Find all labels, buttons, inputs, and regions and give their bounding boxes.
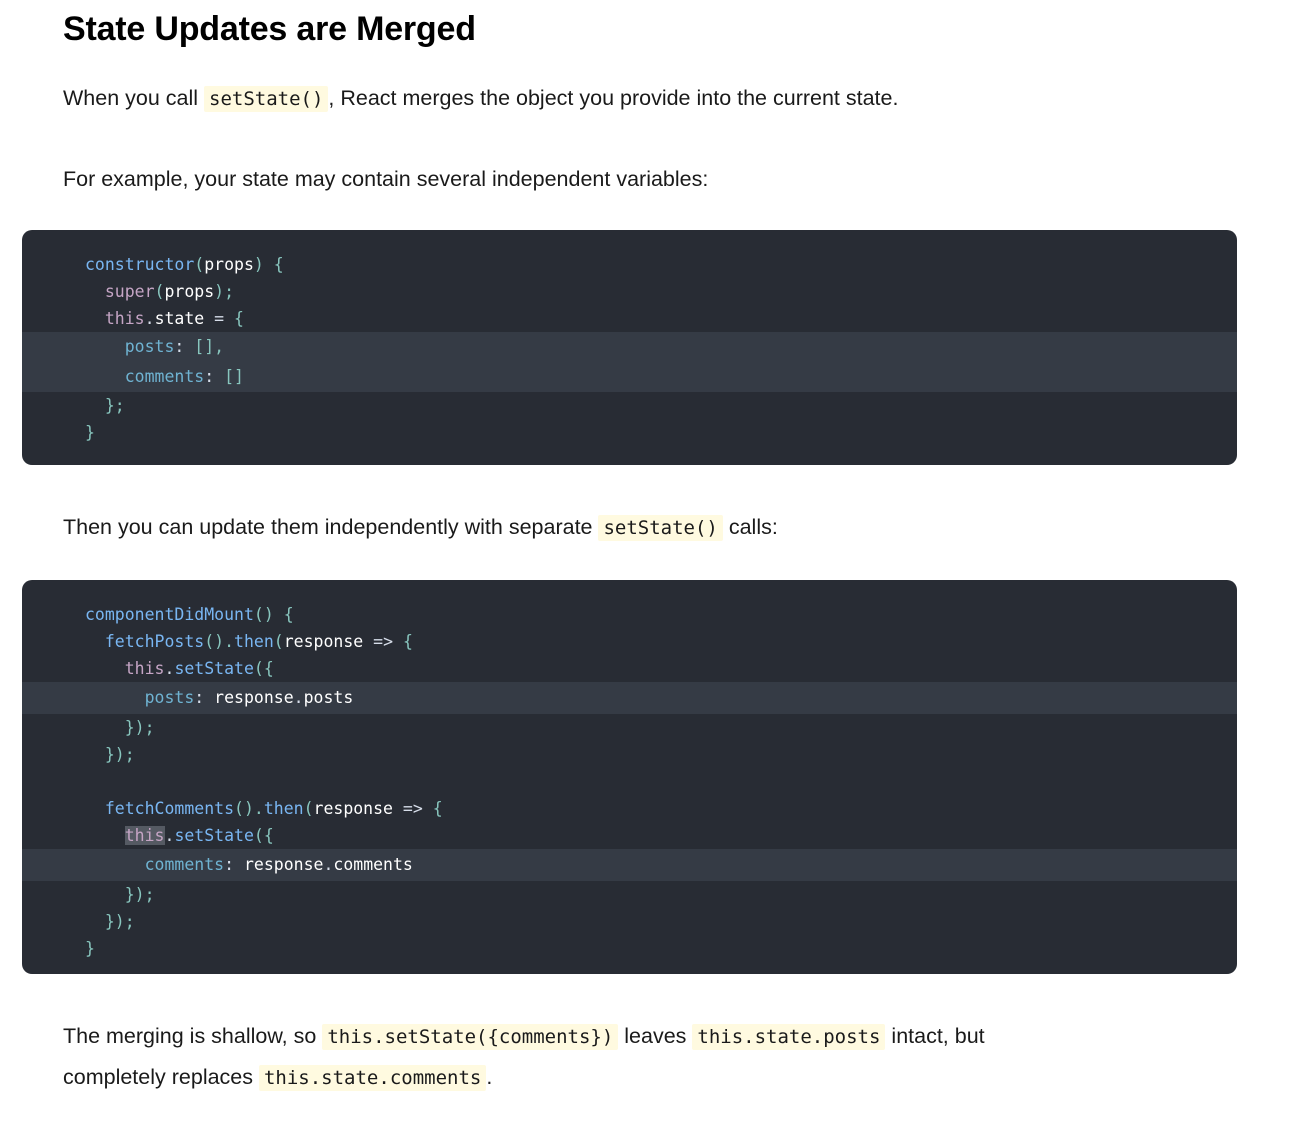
intro-text-after: , React merges the object you provide in… bbox=[328, 86, 899, 110]
closing-text: . bbox=[486, 1065, 493, 1089]
inline-code-state-posts: this.state.posts bbox=[692, 1024, 886, 1050]
inline-code-setstate: setState() bbox=[598, 515, 723, 541]
selected-text[interactable]: this bbox=[124, 826, 165, 845]
highlighted-code-line: posts: [], bbox=[22, 332, 1237, 362]
code-line: this.setState({ bbox=[124, 826, 274, 845]
inline-code-state-comments: this.state.comments bbox=[258, 1065, 487, 1091]
code-line: this.state = { bbox=[104, 309, 244, 328]
code-line: fetchPosts().then(response => { bbox=[104, 632, 413, 651]
closing-text: leaves bbox=[618, 1024, 693, 1048]
code-line: fetchComments().then(response => { bbox=[104, 799, 443, 818]
code-line: }); bbox=[124, 885, 155, 904]
code-line: }); bbox=[104, 745, 135, 764]
intro-text-before: When you call bbox=[63, 86, 205, 110]
code-line: }); bbox=[124, 718, 155, 737]
code-line: constructor(props) { bbox=[85, 255, 284, 274]
code-line: }; bbox=[104, 396, 125, 415]
intro-paragraph: When you call setState(), React merges t… bbox=[63, 78, 898, 119]
code-line: }); bbox=[104, 912, 135, 931]
section-heading: State Updates are Merged bbox=[63, 10, 476, 48]
highlighted-code-line: comments: [] bbox=[22, 362, 1237, 392]
highlighted-code-line: posts: response.posts bbox=[22, 682, 1237, 714]
code-line: componentDidMount() { bbox=[85, 605, 294, 624]
code-line: } bbox=[85, 939, 95, 958]
then-paragraph: Then you can update them independently w… bbox=[63, 507, 778, 548]
code-line: } bbox=[85, 423, 95, 442]
then-text-before: Then you can update them independently w… bbox=[63, 515, 599, 539]
inline-code-setstate-comments: this.setState({comments}) bbox=[322, 1024, 619, 1050]
inline-code-setstate: setState() bbox=[204, 86, 329, 112]
closing-text: The merging is shallow, so bbox=[63, 1024, 323, 1048]
then-text-after: calls: bbox=[722, 515, 778, 539]
code-line: this.setState({ bbox=[124, 659, 274, 678]
code-line: super(props); bbox=[104, 282, 235, 301]
example-paragraph: For example, your state may contain seve… bbox=[63, 167, 709, 191]
highlighted-code-line: comments: response.comments bbox=[22, 849, 1237, 881]
code-block-constructor: constructor(props) { super(props); this.… bbox=[22, 230, 1237, 465]
code-block-component-did-mount: componentDidMount() { fetchPosts().then(… bbox=[22, 580, 1237, 974]
closing-paragraph: The merging is shallow, so this.setState… bbox=[63, 1016, 1063, 1098]
